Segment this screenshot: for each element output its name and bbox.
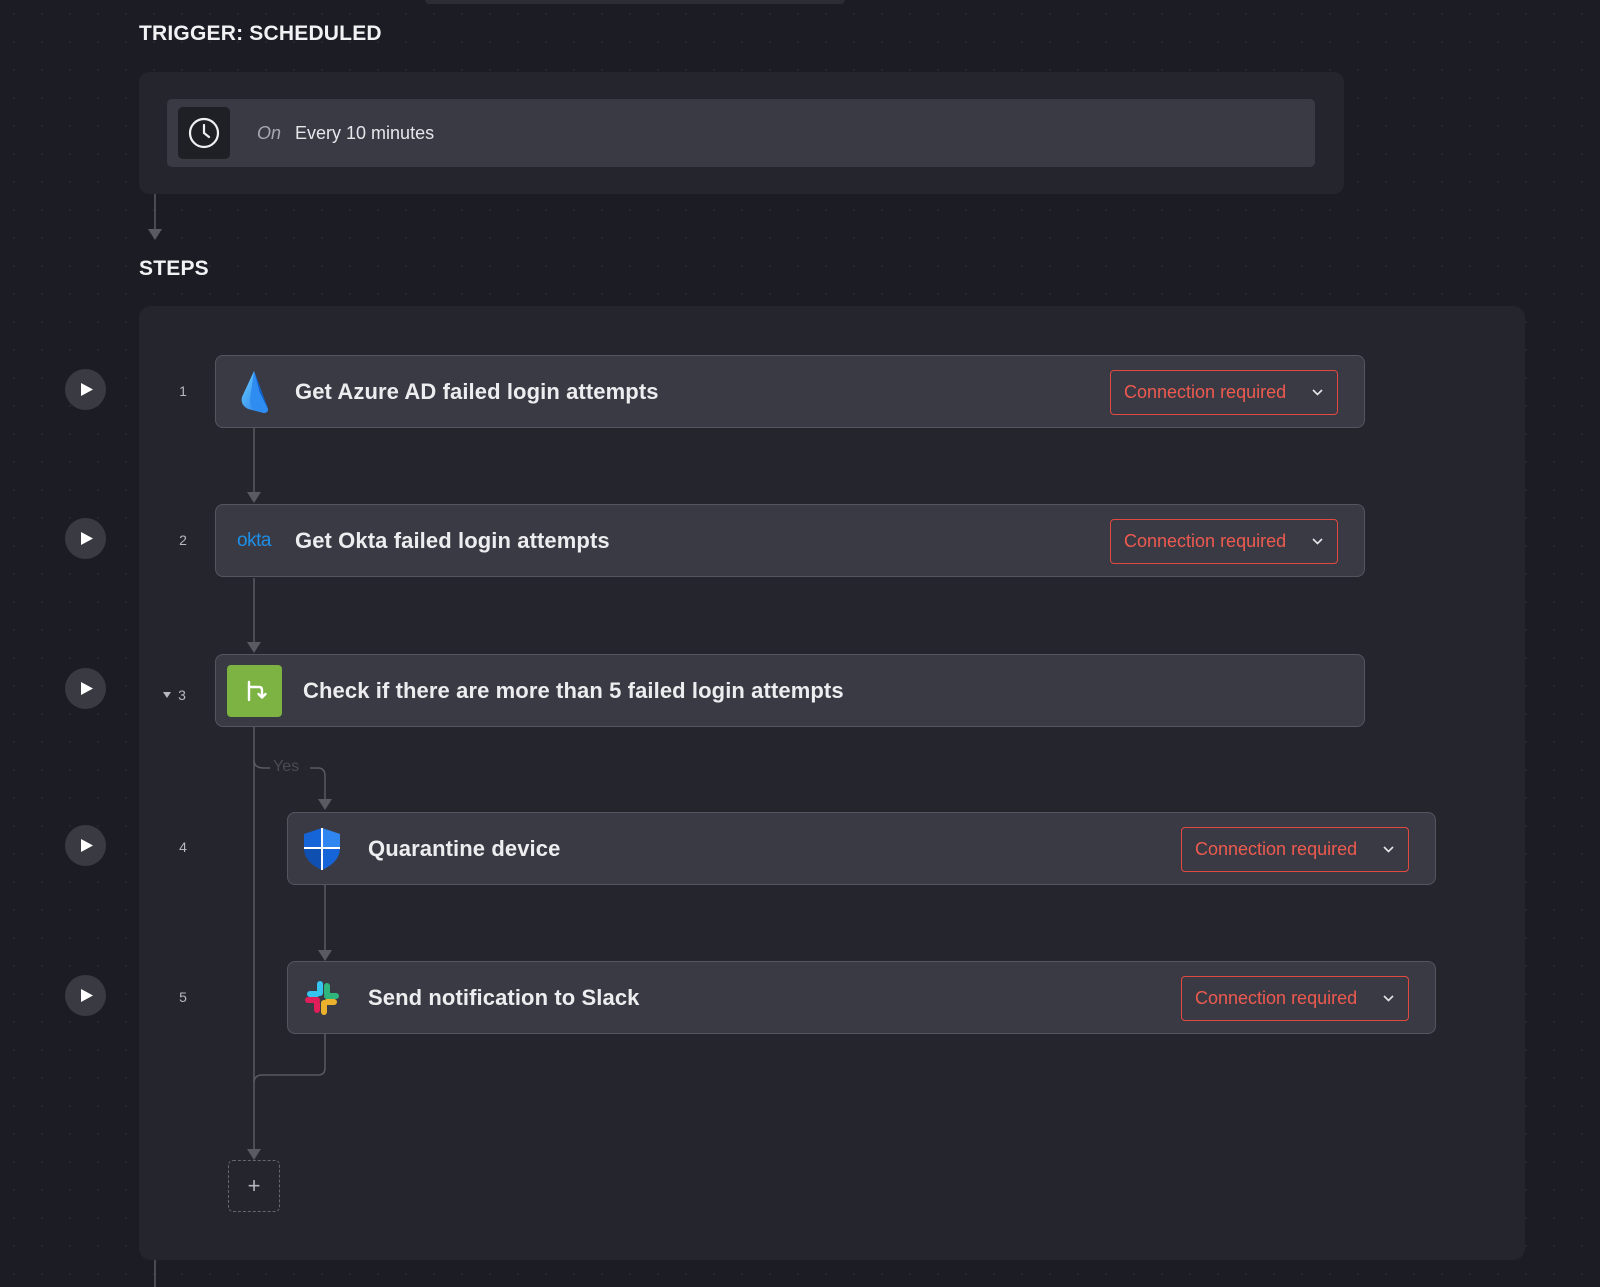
steps-panel: [139, 306, 1525, 1260]
step-card-condition[interactable]: Check if there are more than 5 failed lo…: [215, 654, 1365, 727]
step-title: Get Azure AD failed login attempts: [295, 378, 659, 404]
step-number: 1: [179, 383, 187, 399]
top-toolbar-edge: [425, 0, 845, 4]
run-step-4-button[interactable]: [65, 825, 106, 866]
clock-icon: [178, 107, 230, 159]
step-number: 5: [179, 989, 187, 1005]
defender-shield-icon: [296, 823, 348, 875]
chevron-down-icon: [1383, 995, 1394, 1002]
step-card-okta[interactable]: okta Get Okta failed login attempts Conn…: [215, 504, 1365, 577]
step-card-azure-ad[interactable]: Get Azure AD failed login attempts Conne…: [215, 355, 1365, 428]
trigger-section-title: TRIGGER: SCHEDULED: [139, 22, 382, 45]
okta-logo-icon: okta: [237, 529, 271, 551]
step-number: 3: [178, 687, 186, 703]
chevron-down-icon: [1312, 389, 1323, 396]
branch-yes-label: Yes: [273, 758, 300, 775]
chevron-down-icon: [1312, 538, 1323, 545]
step-number: 2: [179, 532, 187, 548]
connection-required-dropdown[interactable]: Connection required: [1181, 976, 1409, 1021]
run-step-3-button[interactable]: [65, 668, 106, 709]
step-title: Get Okta failed login attempts: [295, 527, 610, 553]
trigger-schedule-value: Every 10 minutes: [295, 122, 435, 143]
play-icon: [81, 989, 93, 1002]
connection-required-dropdown[interactable]: Connection required: [1110, 370, 1338, 415]
play-icon: [81, 839, 93, 852]
step-title: Check if there are more than 5 failed lo…: [303, 677, 844, 703]
run-step-5-button[interactable]: [65, 975, 106, 1016]
add-step-button[interactable]: +: [228, 1160, 280, 1212]
run-step-2-button[interactable]: [65, 518, 106, 559]
trigger-panel: On Every 10 minutes: [139, 72, 1344, 194]
trigger-schedule-row[interactable]: On Every 10 minutes: [167, 99, 1315, 167]
connection-required-dropdown[interactable]: Connection required: [1181, 827, 1409, 872]
play-icon: [81, 532, 93, 545]
step-number: 4: [179, 839, 187, 855]
connection-required-dropdown[interactable]: Connection required: [1110, 519, 1338, 564]
branch-condition-icon: [227, 664, 282, 717]
trigger-on-label: On: [257, 122, 282, 143]
play-icon: [81, 682, 93, 695]
run-step-1-button[interactable]: [65, 369, 106, 410]
step-title: Quarantine device: [368, 835, 561, 861]
step-card-slack[interactable]: Send notification to Slack Connection re…: [287, 961, 1436, 1034]
steps-section-title: STEPS: [139, 257, 209, 280]
chevron-down-icon: [1383, 846, 1394, 853]
play-icon: [81, 383, 93, 396]
slack-icon: [296, 972, 348, 1024]
step-card-quarantine[interactable]: Quarantine device Connection required: [287, 812, 1436, 885]
azure-ad-icon: [228, 366, 280, 418]
step-title: Send notification to Slack: [368, 984, 640, 1010]
